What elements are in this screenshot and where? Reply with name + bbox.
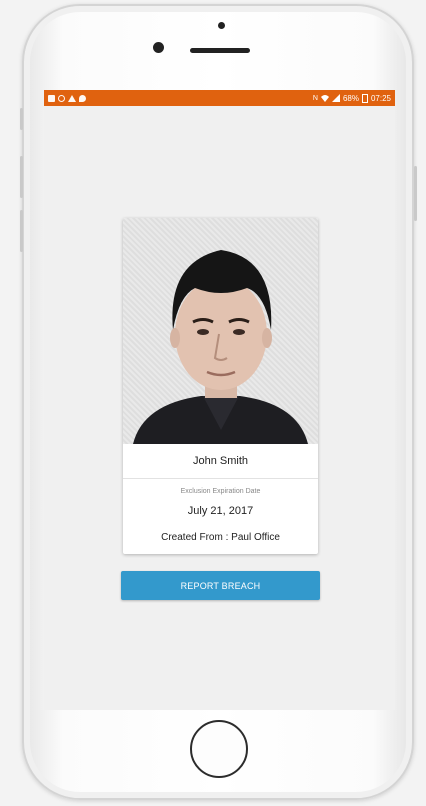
power-button xyxy=(414,166,417,221)
created-from: Created From : Paul Office xyxy=(161,532,280,543)
person-card: John Smith Exclusion Expiration Date Jul… xyxy=(123,218,318,554)
battery-percent: 68% xyxy=(342,93,359,103)
wifi-icon xyxy=(320,95,329,102)
volume-up-button xyxy=(20,156,23,198)
earpiece-speaker xyxy=(190,48,250,53)
mute-switch xyxy=(20,108,23,130)
home-button[interactable] xyxy=(190,720,248,778)
notification-icon xyxy=(48,94,55,102)
circle-icon xyxy=(58,94,65,102)
app-screen: N 68% 07:25 John Smith Exclusion Expirat… xyxy=(44,90,395,710)
status-bar: N 68% 07:25 xyxy=(44,90,395,106)
status-time: 07:25 xyxy=(370,93,391,103)
nfc-icon: N xyxy=(312,94,318,102)
battery-icon xyxy=(361,93,368,103)
front-camera-icon xyxy=(218,22,225,29)
proximity-sensor-icon xyxy=(153,42,164,53)
status-right-icons: N 68% 07:25 xyxy=(312,93,391,103)
expiration-date: July 21, 2017 xyxy=(187,505,254,517)
person-name: John Smith xyxy=(123,444,318,479)
volume-down-button xyxy=(20,210,23,252)
report-breach-button[interactable]: REPORT BREACH xyxy=(121,571,320,600)
signal-icon xyxy=(331,94,340,102)
chat-icon xyxy=(79,94,86,102)
status-left-icons xyxy=(48,94,86,102)
warning-icon xyxy=(68,94,76,102)
portrait-illustration xyxy=(133,250,308,444)
expiration-label: Exclusion Expiration Date xyxy=(180,488,261,495)
person-photo xyxy=(123,218,318,444)
